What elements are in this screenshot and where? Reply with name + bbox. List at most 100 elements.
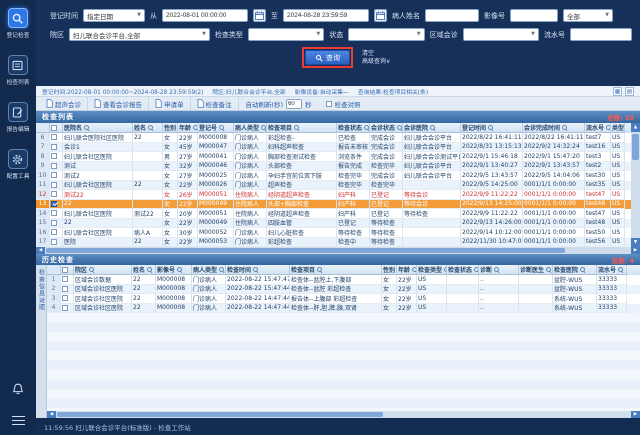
exam-note-button[interactable]: 检查备注: [191, 97, 239, 110]
column-header[interactable]: 诊断医生: [519, 265, 553, 275]
column-filter-icon[interactable]: [546, 266, 552, 273]
row-checkbox[interactable]: [51, 210, 57, 217]
table-row[interactable]: 16 妇儿联合社区医院 病人A 女 30岁 M000052 门诊病人 妇儿心脏检查 等待检查 等待…: [36, 228, 631, 238]
advanced-query-link[interactable]: 高级查询∨: [362, 58, 390, 65]
scroll-up-icon[interactable]: ▲: [631, 123, 640, 132]
row-checkbox[interactable]: [51, 200, 57, 207]
column-header[interactable]: 性别: [382, 265, 397, 275]
column-header[interactable]: 医院名: [63, 123, 133, 133]
column-header[interactable]: 会诊完成时间: [523, 123, 585, 133]
column-filter-icon[interactable]: [89, 266, 95, 273]
scroll-right-icon[interactable]: ▶: [631, 411, 640, 418]
clear-link[interactable]: 清空: [362, 50, 390, 57]
column-header[interactable]: 诊断: [479, 265, 519, 275]
column-header[interactable]: 检查项目: [267, 123, 337, 133]
ultrasound-consult-button[interactable]: 超声会诊: [40, 97, 88, 110]
horizontal-scrollbar[interactable]: ◀ ▶: [36, 247, 640, 254]
table-row[interactable]: 9 测试女 32岁 M000046 门诊病人 头部检查 报告完成 检查完毕 妇儿联合会诊平台 20…: [36, 161, 631, 171]
status-select[interactable]: ▼: [348, 28, 425, 41]
column-filter-icon[interactable]: [488, 124, 494, 131]
request-form-button[interactable]: 申请单: [149, 97, 191, 110]
table-row[interactable]: 10 测试2 女 27岁 M000025 门诊病人 孕妇手宫前位双下肢 检查完毕 完成会诊 妇儿联…: [36, 171, 631, 181]
checkbox-cell[interactable]: [50, 142, 63, 152]
menu-icon[interactable]: [11, 415, 25, 425]
table-row[interactable]: 11 妇儿联合社区医院 22 女 22岁 M000026 门诊病人 超声检查 检查完毕 检查完毕 2…: [36, 180, 631, 190]
checkbox-cell[interactable]: [61, 275, 74, 285]
to-date-input[interactable]: [283, 9, 369, 22]
scroll-left-icon[interactable]: ◀: [36, 247, 45, 254]
calendar-icon[interactable]: [374, 9, 387, 22]
column-filter-icon[interactable]: [147, 266, 153, 273]
query-button[interactable]: 查询: [305, 50, 350, 65]
table-row[interactable]: 3 区域会诊社区医院 22 M000008 门诊病人 2022-08-22 14:47:4…: [47, 294, 640, 304]
column-header[interactable]: 年龄: [397, 265, 417, 275]
column-filter-icon[interactable]: [317, 266, 323, 273]
column-header[interactable]: 检查医院: [553, 265, 597, 275]
column-header[interactable]: 流水号: [597, 265, 627, 275]
column-header[interactable]: 流水号: [585, 123, 611, 133]
table-row[interactable]: 14 妇儿联合社区医院 测试22 女 20岁 M000051 住院病人 经阴道超声检查 妇产科已…: [36, 209, 631, 219]
patient-name-input[interactable]: [425, 9, 479, 22]
sidebar-item-register[interactable]: 登记检查: [6, 8, 30, 39]
checkbox-cell[interactable]: [50, 228, 63, 238]
table-row[interactable]: 6 妇儿联合医院社区医院 22 女 22岁 M000008 门诊病人 彩超检查- 已检查 完成会诊…: [36, 133, 631, 143]
column-header[interactable]: 检查状态: [447, 265, 479, 275]
campus-select[interactable]: 妇儿联合会诊平台,全部 ▼: [69, 28, 210, 41]
refresh-interval-input[interactable]: [286, 98, 303, 109]
history-horizontal-scrollbar[interactable]: ◀ ▶: [47, 411, 640, 418]
image-no-input[interactable]: [510, 9, 558, 22]
compare-checkbox[interactable]: [325, 100, 332, 107]
column-header[interactable]: 登记号: [198, 123, 234, 133]
scroll-down-icon[interactable]: ▼: [631, 238, 640, 247]
column-header[interactable]: 年龄: [178, 123, 198, 133]
row-checkbox[interactable]: [51, 153, 57, 160]
view-consult-report-button[interactable]: 查看会诊报告: [88, 97, 149, 110]
row-checkbox[interactable]: [62, 304, 68, 311]
table-row[interactable]: 7 会诊1 女 45岁 M000047 门诊病人 妇科超声检查 报告未审核 完成会诊 妇儿联合会诊…: [36, 142, 631, 152]
scroll-thumb[interactable]: [632, 134, 639, 160]
select-all-cell[interactable]: [61, 265, 74, 275]
checkbox-cell[interactable]: [50, 133, 63, 143]
column-header[interactable]: 姓名: [132, 265, 156, 275]
select-all-checkbox[interactable]: [62, 266, 68, 273]
column-header[interactable]: 会诊医院: [403, 123, 461, 133]
row-checkbox[interactable]: [51, 134, 57, 141]
checkbox-cell[interactable]: [50, 209, 63, 219]
checkbox-cell[interactable]: [61, 294, 74, 304]
column-header[interactable]: 院区: [74, 265, 132, 275]
table-row[interactable]: 8 妇儿联合社区医院 男 27岁 M000041 门诊病人 胸部检查测试检查 浏览条件 完成会诊…: [36, 152, 631, 162]
table-row[interactable]: 2 区域会诊社区医院 22 M000008 门诊病人 2022-08-22 15:47:4…: [47, 284, 640, 294]
column-header[interactable]: 病人类型: [192, 265, 226, 275]
column-header[interactable]: 检查状态: [337, 123, 370, 133]
sidebar-item-config-tools[interactable]: 配置工具: [6, 149, 30, 180]
date-mode-select[interactable]: 指定日期 ▼: [83, 9, 145, 22]
scroll-left-icon[interactable]: ◀: [47, 411, 56, 418]
table-row[interactable]: 4 区域会诊社区医院 22 M000008 门诊病人 2022-08-22 14:47:4…: [47, 303, 640, 313]
row-checkbox[interactable]: [51, 238, 57, 245]
row-checkbox[interactable]: [62, 276, 68, 283]
table-row[interactable]: 1 区域会诊数据 22 M000008 门诊病人 2022-08-22 15:47:47 检…: [47, 275, 640, 285]
sidebar-item-report-edit[interactable]: 报告编辑: [6, 102, 30, 133]
vertical-scrollbar[interactable]: ▲ ▼: [631, 123, 640, 247]
row-checkbox[interactable]: [51, 219, 57, 226]
checkbox-cell[interactable]: [50, 218, 63, 228]
checkbox-cell[interactable]: [50, 171, 63, 181]
exam-info-compare-tab[interactable]: 检查信息对照: [36, 265, 47, 418]
scroll-right-icon[interactable]: ▶: [631, 247, 640, 254]
row-checkbox[interactable]: [51, 143, 57, 150]
column-filter-icon[interactable]: [494, 266, 500, 273]
checkbox-cell[interactable]: [50, 237, 63, 247]
column-header[interactable]: 姓名: [133, 123, 163, 133]
column-header[interactable]: 检查类型: [417, 265, 447, 275]
grid-view-icon[interactable]: ▦: [613, 86, 622, 96]
table-row[interactable]: 12 测试22 女 26岁 M000051 住院病人 经阴道超声检查 妇产科 已登记 等待会诊 20…: [36, 190, 631, 200]
checkbox-cell[interactable]: [50, 152, 63, 162]
select-all-cell[interactable]: [50, 123, 63, 133]
column-filter-icon[interactable]: [580, 266, 586, 273]
column-header[interactable]: 病人类型: [234, 123, 267, 133]
table-row[interactable]: 13 22 女 22岁 M000049 住院病人 头部+胸部检查 妇产科 已登记 等待会诊 2022…: [36, 199, 631, 209]
column-header[interactable]: 性别: [163, 123, 178, 133]
serial-no-input[interactable]: [570, 28, 632, 41]
column-header[interactable]: 登记时间: [461, 123, 523, 133]
row-checkbox[interactable]: [51, 229, 57, 236]
